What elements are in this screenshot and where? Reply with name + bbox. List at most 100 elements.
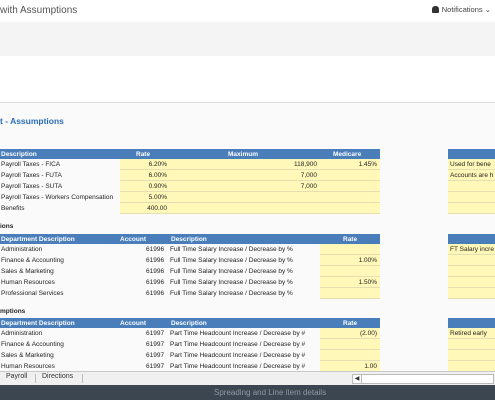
- tab-directions[interactable]: Directions: [42, 373, 73, 380]
- col-description: Description: [1, 150, 37, 158]
- department-cell: Finance & Accounting: [1, 257, 64, 264]
- description-cell: Full Time Salary Increase / Decrease by …: [170, 279, 293, 286]
- rate-cell[interactable]: 6.00%: [120, 170, 170, 181]
- account-cell: 61996: [146, 279, 165, 286]
- notes-header: [448, 149, 495, 159]
- ribbon-area: [0, 56, 495, 103]
- notes-header: [448, 318, 495, 328]
- medicare-cell[interactable]: [320, 203, 380, 214]
- table-row: Benefits 400.00: [0, 203, 380, 214]
- rate-cell[interactable]: (2.00): [320, 328, 380, 339]
- tab-divider: [82, 374, 83, 383]
- rate-cell[interactable]: [320, 266, 380, 277]
- department-cell: Finance & Accounting: [1, 341, 64, 348]
- note-cell[interactable]: [448, 339, 495, 350]
- rate-cell[interactable]: 0.90%: [120, 181, 170, 192]
- top-bar: with Assumptions Notifications ⌄: [0, 0, 495, 23]
- note-cell[interactable]: Used for bene: [448, 159, 495, 170]
- maximum-cell[interactable]: [170, 203, 320, 214]
- table-row: Finance & Accounting 61997 Part Time Headc…: [0, 339, 380, 350]
- maximum-cell[interactable]: 7,000: [170, 170, 320, 181]
- col-medicare: Medicare: [333, 150, 362, 158]
- note-cell[interactable]: [448, 203, 495, 214]
- notifications-button[interactable]: Notifications ⌄: [431, 5, 491, 14]
- department-cell: Sales & Marketing: [1, 352, 54, 359]
- rate-cell[interactable]: 6.20%: [120, 159, 170, 170]
- rate-cell[interactable]: [320, 244, 380, 255]
- department-cell: Administration: [1, 246, 43, 253]
- description-cell: Part Time Headcount Increase / Decrease …: [170, 352, 306, 359]
- medicare-cell[interactable]: [320, 170, 380, 181]
- description-cell: Full Time Salary Increase / Decrease by …: [170, 257, 293, 264]
- table-header: Description Rate Maximum Medicare: [0, 149, 380, 159]
- col-description: Description: [171, 319, 207, 327]
- rate-cell[interactable]: 1.00%: [320, 255, 380, 266]
- bell-icon: [431, 6, 439, 13]
- rate-cell[interactable]: 1.50%: [320, 277, 380, 288]
- medicare-cell[interactable]: 1.45%: [320, 159, 380, 170]
- rate-cell[interactable]: [320, 288, 380, 299]
- maximum-cell[interactable]: 7,000: [170, 181, 320, 192]
- toolbar-area: [0, 22, 495, 56]
- table-row: Administration 61997 Part Time Headcount I…: [0, 328, 380, 339]
- rate-cell[interactable]: 400.00: [120, 203, 170, 214]
- notes-column-3: Retired early: [448, 318, 495, 372]
- rate-cell[interactable]: [320, 350, 380, 361]
- account-cell: 61996: [146, 246, 165, 253]
- notes-header: [448, 234, 495, 244]
- note-cell[interactable]: Accounts are h: [448, 170, 495, 181]
- account-cell: 61996: [146, 268, 165, 275]
- table-row: Payroll Taxes - Workers Compensation 5.00…: [0, 192, 380, 203]
- note-cell[interactable]: [448, 266, 495, 277]
- table-row: Human Resources 61996 Full Time Salary Inc…: [0, 277, 380, 288]
- description-cell: Payroll Taxes - SUTA: [1, 183, 63, 190]
- page-title: t - Assumptions: [0, 116, 64, 126]
- table-row: Payroll Taxes - FICA 6.20% 118,900 1.45%: [0, 159, 380, 170]
- section-label: ions: [0, 223, 14, 230]
- col-rate: Rate: [136, 150, 151, 158]
- note-cell[interactable]: [448, 192, 495, 203]
- col-description: Description: [171, 235, 207, 243]
- medicare-cell[interactable]: [320, 181, 380, 192]
- account-cell: 61997: [146, 341, 165, 348]
- note-cell[interactable]: FT Salary incre: [448, 244, 495, 255]
- tab-payroll[interactable]: Payroll: [6, 373, 27, 380]
- note-cell[interactable]: [448, 350, 495, 361]
- description-cell: Payroll Taxes - FICA: [1, 161, 61, 168]
- description-cell: Part Time Headcount Increase / Decrease …: [170, 341, 306, 348]
- note-cell[interactable]: Retired early: [448, 328, 495, 339]
- notifications-label: Notifications: [441, 5, 483, 14]
- table-row: Payroll Taxes - SUTA 0.90% 7,000: [0, 181, 380, 192]
- section-label: mptions: [0, 308, 26, 315]
- rate-cell[interactable]: [320, 339, 380, 350]
- account-cell: 61997: [146, 330, 165, 337]
- description-cell: Payroll Taxes - Workers Compensation: [1, 194, 114, 201]
- horizontal-scrollbar[interactable]: ◀: [352, 374, 494, 384]
- department-cell: Professional Services: [1, 290, 64, 297]
- rate-cell[interactable]: 5.00%: [120, 192, 170, 203]
- col-rate: Rate: [343, 235, 358, 243]
- account-cell: 61996: [146, 257, 165, 264]
- maximum-cell[interactable]: 118,900: [170, 159, 320, 170]
- notes-column-1: Used for bene Accounts are h: [448, 149, 495, 214]
- note-cell[interactable]: [448, 181, 495, 192]
- note-cell[interactable]: [448, 255, 495, 266]
- note-cell[interactable]: [448, 288, 495, 299]
- tab-divider: [35, 374, 36, 383]
- account-cell: 61996: [146, 290, 165, 297]
- col-account: Account: [120, 235, 146, 243]
- description-cell: Full Time Salary Increase / Decrease by …: [170, 290, 293, 297]
- medicare-cell[interactable]: [320, 192, 380, 203]
- table-row: Sales & Marketing 61997 Part Time Headcoun…: [0, 350, 380, 361]
- table-row: Sales & Marketing 61996 Full Time Salary I…: [0, 266, 380, 277]
- details-panel-toggle[interactable]: Spreading and Line item details: [0, 385, 495, 400]
- description-cell: Part Time Headcount Increase / Decrease …: [170, 330, 306, 337]
- description-cell: Benefits: [1, 205, 25, 212]
- scroll-left-icon[interactable]: ◀: [353, 375, 362, 383]
- maximum-cell[interactable]: [170, 192, 320, 203]
- table-row: Professional Services 61996 Full Time Sala…: [0, 288, 380, 299]
- department-cell: Human Resources: [1, 279, 55, 286]
- table-row: Payroll Taxes - FUTA 6.00% 7,000: [0, 170, 380, 181]
- col-department: Department Description: [1, 319, 75, 327]
- note-cell[interactable]: [448, 277, 495, 288]
